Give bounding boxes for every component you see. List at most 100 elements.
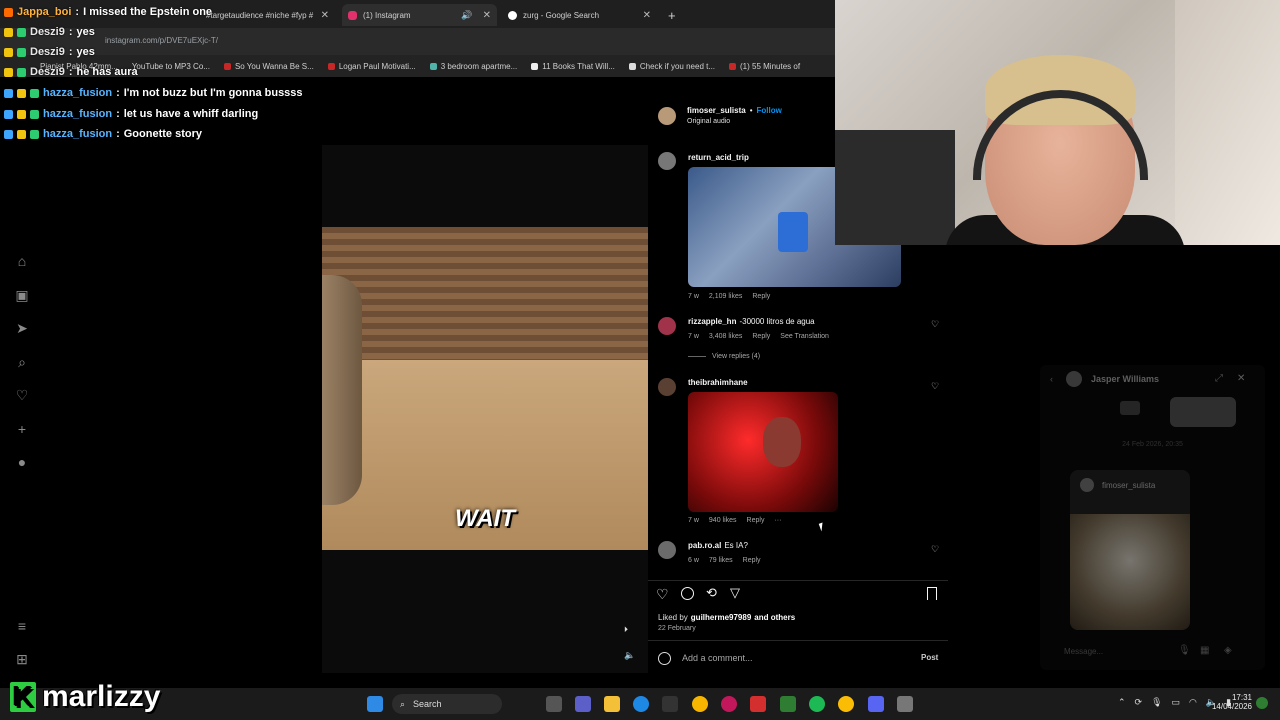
- file-explorer-icon[interactable]: [604, 696, 620, 712]
- home-icon[interactable]: ⌂: [14, 253, 30, 269]
- avatar[interactable]: [658, 317, 676, 335]
- menu-icon[interactable]: ≡: [14, 618, 30, 634]
- sticker-icon[interactable]: ◈: [1224, 645, 1232, 656]
- author-name[interactable]: fimoser_sulista: [687, 106, 746, 115]
- edge-icon[interactable]: [633, 696, 649, 712]
- image-icon[interactable]: ▦: [1200, 645, 1209, 656]
- heart-icon[interactable]: ♡: [14, 387, 30, 403]
- profile-icon[interactable]: ●: [14, 454, 30, 470]
- save-icon[interactable]: [927, 587, 937, 600]
- translate-button[interactable]: See Translation: [780, 333, 829, 340]
- comment-user[interactable]: return_acid_trip: [688, 153, 749, 162]
- opera-icon[interactable]: [721, 696, 737, 712]
- like-icon[interactable]: ♡: [656, 586, 669, 603]
- windows-start-icon[interactable]: [367, 696, 383, 712]
- bookmark-item[interactable]: So You Wanna Be S...: [223, 62, 314, 71]
- video-icon[interactable]: [1120, 401, 1140, 415]
- comment-likes[interactable]: 3,408 likes: [709, 333, 742, 340]
- comment-icon[interactable]: [681, 587, 694, 600]
- clock[interactable]: 17:31 14/04/2026: [1206, 693, 1252, 711]
- comment-user[interactable]: pab.ro.al: [688, 541, 721, 550]
- like-heart-icon[interactable]: ♡: [931, 319, 939, 330]
- post-button[interactable]: Post: [921, 653, 938, 662]
- bookmark-item[interactable]: 3 bedroom apartme...: [429, 62, 517, 71]
- discord-icon[interactable]: [868, 696, 884, 712]
- sync-icon[interactable]: ⟳: [1135, 697, 1143, 708]
- speed-icon[interactable]: ⏵: [624, 625, 628, 635]
- mic-icon[interactable]: 🎙: [1178, 645, 1191, 656]
- avatar[interactable]: [1066, 371, 1082, 387]
- shared-post[interactable]: fimoser_sulista: [1070, 470, 1190, 630]
- chrome-icon[interactable]: [838, 696, 854, 712]
- reels-icon[interactable]: ▣: [14, 287, 30, 303]
- app-icon[interactable]: [692, 696, 708, 712]
- store-icon[interactable]: [662, 696, 678, 712]
- expand-icon[interactable]: ⤢: [1215, 373, 1223, 384]
- comment-user[interactable]: rizzapple_hn: [688, 317, 736, 326]
- spotify-icon[interactable]: [809, 696, 825, 712]
- speaker-icon[interactable]: 🔊: [461, 10, 472, 21]
- url-field[interactable]: instagram.com/p/DVE7uEXjc-T/: [105, 36, 218, 45]
- comment-likes[interactable]: 79 likes: [709, 557, 733, 564]
- search-icon[interactable]: ⌕: [14, 354, 30, 370]
- reel-video[interactable]: WAIT ⏵ 🔈: [322, 145, 648, 673]
- close-icon[interactable]: ✕: [483, 10, 491, 21]
- comment-input[interactable]: Add a comment...: [682, 653, 753, 663]
- send-icon[interactable]: ➤: [14, 320, 30, 336]
- close-icon[interactable]: ✕: [1237, 373, 1245, 384]
- volume-icon[interactable]: 🔈: [624, 650, 635, 661]
- avatar[interactable]: [658, 541, 676, 559]
- close-icon[interactable]: ✕: [321, 10, 329, 21]
- avatar[interactable]: [658, 107, 676, 125]
- liked-by-user[interactable]: guilherme97989: [691, 613, 751, 622]
- comment-image[interactable]: [688, 392, 838, 512]
- audio-label[interactable]: Original audio: [687, 118, 730, 125]
- back-icon[interactable]: ‹: [1050, 374, 1053, 384]
- tab-google[interactable]: zurg - Google Search ✕: [502, 4, 657, 26]
- comment-likes[interactable]: 940 likes: [709, 517, 737, 524]
- new-tab-button[interactable]: +: [662, 4, 682, 26]
- emoji-icon[interactable]: [658, 652, 671, 665]
- comment-likes[interactable]: 2,109 likes: [709, 293, 742, 300]
- reply-button[interactable]: Reply: [752, 333, 770, 340]
- bookmark-item[interactable]: YouTube to MP3 Co...: [132, 62, 210, 71]
- dm-contact-name[interactable]: Jasper Williams: [1091, 374, 1159, 384]
- reply-button[interactable]: Reply: [752, 293, 770, 300]
- settings-icon[interactable]: [897, 696, 913, 712]
- xbox-icon[interactable]: [780, 696, 796, 712]
- avatar[interactable]: [658, 152, 676, 170]
- reply-button[interactable]: Reply: [743, 557, 761, 564]
- mic-icon[interactable]: 🎙: [1151, 697, 1162, 708]
- teams-icon[interactable]: [575, 696, 591, 712]
- taskbar-search[interactable]: ⌕ Search: [392, 694, 502, 714]
- reply-button[interactable]: Reply: [747, 517, 765, 524]
- view-replies[interactable]: View replies (4): [688, 353, 760, 360]
- bookmark-item[interactable]: (1) 55 Minutes of: [729, 62, 800, 71]
- bookmark-item[interactable]: Logan Paul Motivati...: [327, 62, 416, 71]
- task-view-icon[interactable]: [546, 696, 562, 712]
- repost-icon[interactable]: ⟲: [706, 585, 717, 601]
- chevron-up-icon[interactable]: ⌃: [1118, 697, 1126, 708]
- shared-media[interactable]: [1170, 397, 1236, 427]
- comment-user[interactable]: theibrahimhane: [688, 378, 748, 387]
- follow-button[interactable]: Follow: [757, 106, 782, 115]
- share-icon[interactable]: ▽: [730, 585, 740, 601]
- tab-tiktok[interactable]: #targetaudience #niche #fyp # ✕: [200, 4, 335, 26]
- close-icon[interactable]: ✕: [643, 10, 651, 21]
- avatar[interactable]: [658, 378, 676, 396]
- wifi-icon[interactable]: ◠: [1189, 697, 1197, 708]
- liked-by-others[interactable]: and others: [754, 613, 795, 622]
- acrobat-icon[interactable]: [750, 696, 766, 712]
- bookmark-item[interactable]: Check if you need t...: [628, 62, 715, 71]
- like-heart-icon[interactable]: ♡: [931, 544, 939, 555]
- notification-icon[interactable]: [1256, 697, 1268, 709]
- badge-icon: [4, 7, 13, 17]
- more-options-icon[interactable]: ···: [774, 517, 781, 524]
- tab-instagram[interactable]: (1) Instagram 🔊 ✕: [342, 4, 497, 26]
- bookmark-item[interactable]: 11 Books That Will...: [531, 62, 615, 71]
- display-icon[interactable]: ▭: [1172, 697, 1181, 708]
- create-icon[interactable]: +: [14, 421, 30, 437]
- message-input[interactable]: Message...: [1064, 647, 1103, 656]
- like-heart-icon[interactable]: ♡: [931, 381, 939, 392]
- grid-icon[interactable]: ⊞: [14, 651, 30, 667]
